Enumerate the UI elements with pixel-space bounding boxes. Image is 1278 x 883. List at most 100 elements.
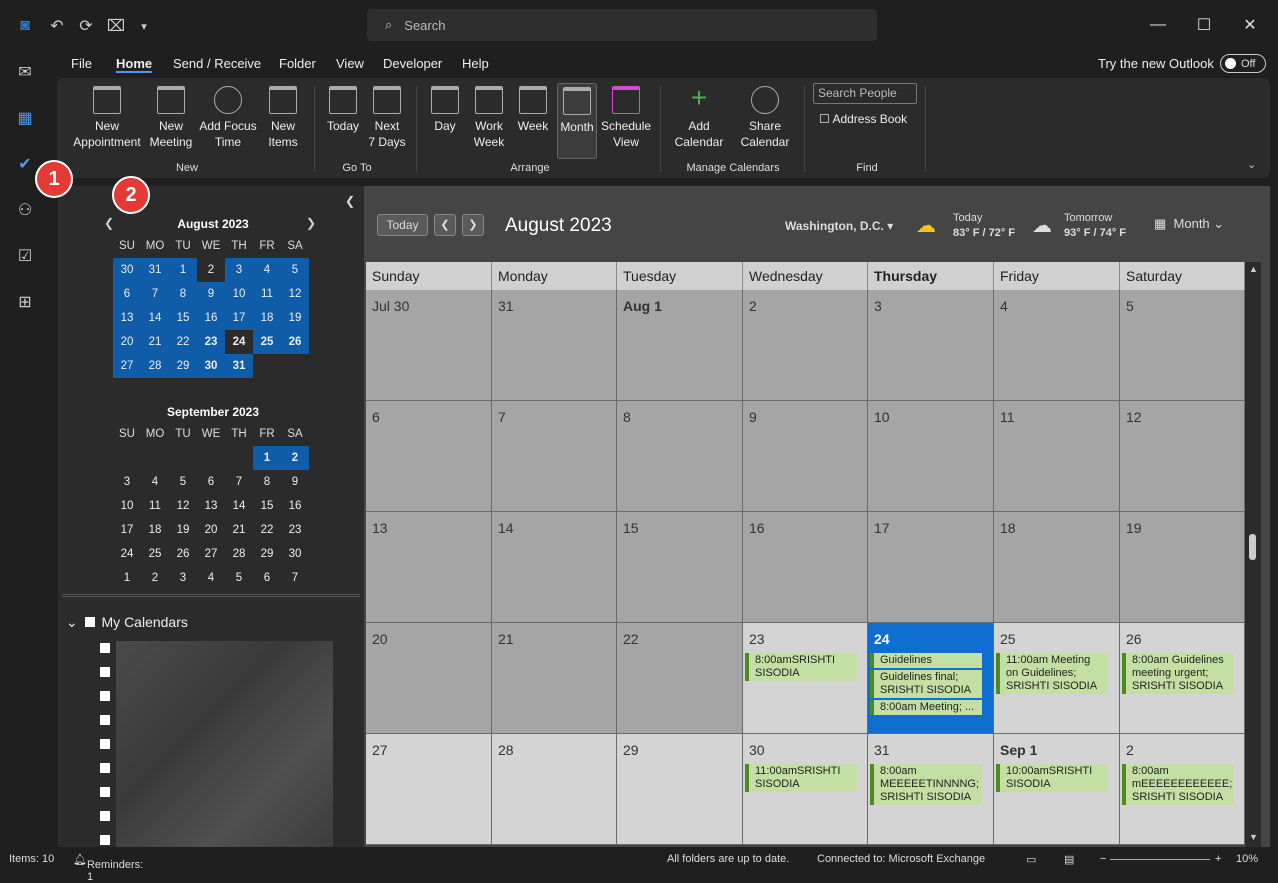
mini-day[interactable]: 16 [281, 494, 309, 518]
menu-developer[interactable]: Developer [383, 56, 442, 71]
mini-day[interactable]: 19 [169, 518, 197, 542]
mini-day[interactable]: 28 [141, 354, 169, 378]
calendar-event[interactable]: 8:00am Meeting; ... [870, 700, 982, 715]
mini-day[interactable]: 18 [141, 518, 169, 542]
calendar-event[interactable]: 8:00am Guidelines meeting urgent; SRISHT… [1122, 653, 1234, 694]
calendar-event[interactable]: 8:00amSRISHTI SISODIA [745, 653, 857, 681]
search-bar[interactable]: ⌕ Search [367, 9, 877, 41]
day-cell[interactable]: 17 [868, 512, 994, 623]
next-button[interactable]: ❯ [462, 214, 484, 236]
calendar-scrollbar[interactable]: ▲ ▼ [1245, 262, 1261, 847]
view-selector[interactable]: ▦ Month ⌄ [1154, 216, 1224, 232]
day-cell[interactable]: 12 [1120, 401, 1245, 512]
mini-day[interactable]: 25 [253, 330, 281, 354]
mini-day[interactable]: 27 [113, 354, 141, 378]
add-calendar-button[interactable]: + Add Calendar [669, 84, 729, 150]
mini-day[interactable]: 4 [253, 258, 281, 282]
mini-day[interactable]: 7 [225, 470, 253, 494]
mini-day[interactable]: 27 [197, 542, 225, 566]
address-book-button[interactable]: ☐ Address Book [819, 112, 907, 126]
calendar-checkbox[interactable] [100, 691, 110, 701]
calendar-checkbox[interactable] [100, 835, 110, 845]
zoom-in-icon[interactable]: + [1215, 853, 1221, 865]
menu-folder[interactable]: Folder [279, 56, 316, 71]
people-icon[interactable]: ⚇ [9, 194, 41, 226]
mini-day[interactable]: 18 [253, 306, 281, 330]
day-cell[interactable]: 15 [617, 512, 743, 623]
day-cell[interactable]: 31 [492, 290, 617, 401]
mini-day[interactable]: 14 [225, 494, 253, 518]
mini-day[interactable]: 21 [225, 518, 253, 542]
mini-day[interactable]: 17 [113, 518, 141, 542]
mini-day[interactable]: 21 [141, 330, 169, 354]
day-cell[interactable]: 19 [1120, 512, 1245, 623]
mini-day[interactable]: 12 [281, 282, 309, 306]
mini-day[interactable]: 13 [197, 494, 225, 518]
location-selector[interactable]: Washington, D.C. ▾ [785, 219, 893, 233]
undo-icon[interactable]: ↶ [41, 10, 73, 42]
mini-day[interactable]: 7 [141, 282, 169, 306]
day-cell[interactable]: 31 8:00am MEEEEETINNNNG; SRISHTI SISODIA [868, 734, 994, 845]
day-cell[interactable]: 24 Guidelines Guidelines final; SRISHTI SI… [868, 623, 994, 734]
schedule-view-button[interactable]: Schedule View [601, 86, 651, 150]
day-cell[interactable]: 23 8:00amSRISHTI SISODIA [743, 623, 868, 734]
day-cell[interactable]: 14 [492, 512, 617, 623]
mini-day[interactable]: 20 [113, 330, 141, 354]
menu-home[interactable]: Home [116, 56, 153, 73]
customize-toolbar-icon[interactable]: ▾ [128, 10, 160, 42]
calendar-checkbox[interactable] [100, 643, 110, 653]
new-outlook-toggle[interactable]: Off [1220, 54, 1266, 73]
calendar-event[interactable]: 11:00amSRISHTI SISODIA [745, 764, 857, 792]
day-cell[interactable]: Jul 30 [366, 290, 492, 401]
mini-day[interactable]: 1 [253, 446, 281, 470]
mini-day[interactable]: 6 [197, 470, 225, 494]
calendar-event[interactable]: Guidelines final; SRISHTI SISODIA [870, 670, 982, 698]
mini-day[interactable]: 2 [281, 446, 309, 470]
mini-day[interactable]: 17 [225, 306, 253, 330]
mini-day[interactable]: 15 [253, 494, 281, 518]
mini-day[interactable]: 7 [281, 566, 309, 590]
calendar-checkbox[interactable] [100, 739, 110, 749]
mini-day[interactable]: 3 [225, 258, 253, 282]
day-cell[interactable]: 29 [617, 734, 743, 845]
calendar-icon[interactable]: ▦ [9, 102, 41, 134]
calendar-checkbox[interactable] [100, 787, 110, 797]
week-view-button[interactable]: Week [513, 86, 553, 134]
mini-day[interactable]: 23 [281, 518, 309, 542]
mini-day[interactable]: 29 [253, 542, 281, 566]
mail-icon[interactable]: ✉ [9, 56, 41, 88]
mini-day[interactable]: 3 [169, 566, 197, 590]
today-nav-button[interactable]: Today [377, 214, 428, 236]
prev-month-icon[interactable]: ❮ [104, 216, 114, 230]
mini-day[interactable]: 5 [281, 258, 309, 282]
day-cell[interactable]: 5 [1120, 290, 1245, 401]
day-cell[interactable]: 27 [366, 734, 492, 845]
mini-day[interactable]: 4 [197, 566, 225, 590]
day-cell[interactable]: 18 [994, 512, 1120, 623]
collapse-pane-icon[interactable]: ❮ [345, 194, 355, 208]
mini-day[interactable]: 13 [113, 306, 141, 330]
mini-day[interactable]: 10 [113, 494, 141, 518]
calendar-event[interactable]: 11:00am Meeting on Guidelines; SRISHTI S… [996, 653, 1108, 694]
menu-send-receive[interactable]: Send / Receive [173, 56, 261, 71]
calendar-checkbox[interactable] [100, 811, 110, 821]
day-cell[interactable]: 28 [492, 734, 617, 845]
new-meeting-button[interactable]: New Meeting [147, 86, 195, 150]
mini-day[interactable]: 23 [197, 330, 225, 354]
day-cell[interactable]: 30 11:00amSRISHTI SISODIA [743, 734, 868, 845]
mini-day[interactable]: 6 [113, 282, 141, 306]
mini-day[interactable]: 29 [169, 354, 197, 378]
mini-day[interactable]: 24 [113, 542, 141, 566]
mini-day[interactable]: 1 [169, 258, 197, 282]
day-view-button[interactable]: Day [425, 86, 465, 134]
mini-day[interactable]: 3 [113, 470, 141, 494]
mini-day[interactable]: 8 [169, 282, 197, 306]
mini-day[interactable]: 25 [141, 542, 169, 566]
mini-day[interactable]: 5 [169, 470, 197, 494]
add-focus-time-button[interactable]: Add Focus Time [197, 86, 259, 150]
day-cell[interactable]: 21 [492, 623, 617, 734]
day-cell[interactable]: 26 8:00am Guidelines meeting urgent; SRIS… [1120, 623, 1245, 734]
maximize-button[interactable]: ☐ [1181, 10, 1227, 40]
day-cell[interactable]: 9 [743, 401, 868, 512]
search-people-input[interactable]: Search People [813, 83, 917, 104]
